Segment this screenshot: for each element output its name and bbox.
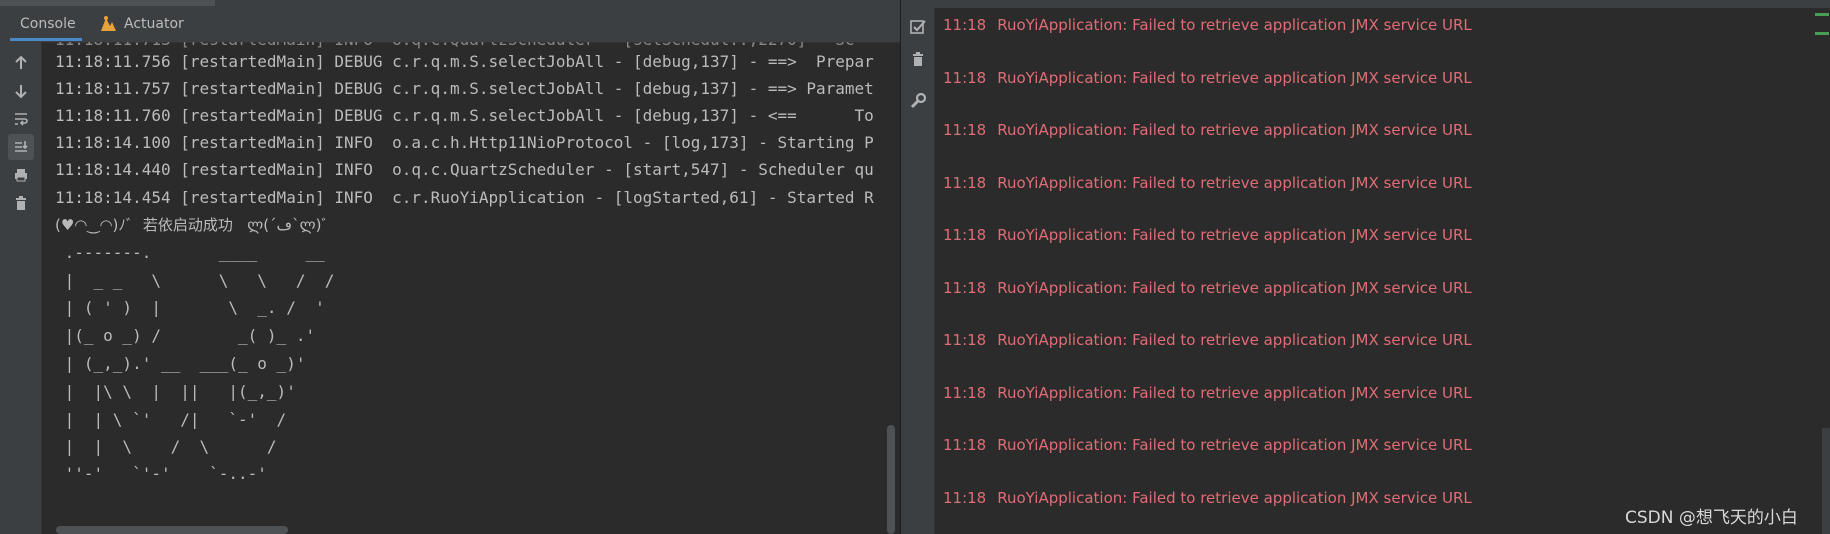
event-log-entry: 11:18 RuoYiApplication: Failed to retriev… <box>943 15 1472 35</box>
console-line: 11:18:11.756 [restartedMain] DEBUG c.r.q… <box>55 52 874 71</box>
entry-message: RuoYiApplication: Failed to retrieve app… <box>997 69 1472 87</box>
entry-message: RuoYiApplication: Failed to retrieve app… <box>997 489 1472 507</box>
entry-message: RuoYiApplication: Failed to retrieve app… <box>997 331 1472 349</box>
watermark: CSDN @想飞天的小白 <box>1625 508 1798 528</box>
vertical-scrollbar[interactable] <box>887 425 895 534</box>
entry-time: 11:18 <box>943 226 987 244</box>
change-marker <box>1815 13 1829 16</box>
event-log-header-strip <box>901 0 1830 8</box>
console-line: 11:18:11.760 [restartedMain] DEBUG c.r.q… <box>55 106 874 125</box>
active-tab-indicator <box>10 38 82 41</box>
arrow-down-icon[interactable] <box>8 78 34 104</box>
ascii-art-line: | | \ / \ / <box>55 437 277 456</box>
entry-message: RuoYiApplication: Failed to retrieve app… <box>997 226 1472 244</box>
window-title-strip <box>0 0 215 6</box>
tool-window-tabbar: Console Actuator <box>0 0 900 43</box>
run-console-pane: Console Actuator 11:18:11.756 [restarted… <box>0 0 900 534</box>
event-log-entry: 11:18 RuoYiApplication: Failed to retriev… <box>943 278 1472 298</box>
arrow-up-icon[interactable] <box>8 50 34 76</box>
console-line-banner: (♥◠‿◠)ﾉﾞ 若依启动成功 ლ(´ڡ`ლ)ﾞ <box>55 216 329 234</box>
console-line: 11:18:14.454 [restartedMain] INFO c.r.Ru… <box>55 188 874 207</box>
console-output[interactable]: 11:18:11.713 [restartedMain] INFO o.q.c.… <box>42 42 900 534</box>
ascii-art-line: | |\ \ | || |(_,_)' <box>55 382 296 401</box>
event-log-entry: 11:18 RuoYiApplication: Failed to retriev… <box>943 225 1472 245</box>
console-line: 11:18:11.757 [restartedMain] DEBUG c.r.q… <box>55 79 874 98</box>
tab-console-label: Console <box>20 16 76 32</box>
ascii-art-line: |(_ o _) / _( )_ .' <box>55 326 316 345</box>
event-log-toolbar <box>901 8 935 534</box>
console-line: 11:18:14.100 [restartedMain] INFO o.a.c.… <box>55 133 874 152</box>
console-line: 11:18:14.440 [restartedMain] INFO o.q.c.… <box>55 160 874 179</box>
console-line-partial: 11:18:11.713 [restartedMain] INFO o.q.c.… <box>55 42 855 50</box>
ascii-art-line: ''-' `'-' `-..-' <box>55 464 267 483</box>
event-log-entry: 11:18 RuoYiApplication: Failed to retriev… <box>943 120 1472 140</box>
scroll-to-end-icon[interactable] <box>8 134 34 160</box>
entry-message: RuoYiApplication: Failed to retrieve app… <box>997 16 1472 34</box>
entry-time: 11:18 <box>943 436 987 454</box>
ascii-art-line: | _ _ \ \ \ / / <box>55 271 335 290</box>
entry-message: RuoYiApplication: Failed to retrieve app… <box>997 436 1472 454</box>
entry-time: 11:18 <box>943 174 987 192</box>
entry-time: 11:18 <box>943 384 987 402</box>
trash-icon[interactable] <box>8 190 34 216</box>
event-log-entry: 11:18 RuoYiApplication: Failed to retriev… <box>943 435 1472 455</box>
trash-icon[interactable] <box>907 48 929 70</box>
entry-time: 11:18 <box>943 69 987 87</box>
entry-time: 11:18 <box>943 331 987 349</box>
entry-time: 11:18 <box>943 121 987 139</box>
mark-read-icon[interactable] <box>907 16 929 38</box>
event-log-scrollbar[interactable] <box>1822 428 1830 534</box>
soft-wrap-icon[interactable] <box>8 106 34 132</box>
ascii-art-line: | (_,_).' __ ___(_ o _)' <box>55 354 306 373</box>
ascii-art-line: | | \ `' /| `-' / <box>55 410 287 429</box>
ascii-art-line: .-------. ____ __ <box>55 243 325 262</box>
change-marker <box>1815 32 1829 35</box>
tab-actuator[interactable]: Actuator <box>98 10 184 38</box>
tab-console[interactable]: Console <box>20 10 76 38</box>
entry-message: RuoYiApplication: Failed to retrieve app… <box>997 384 1472 402</box>
print-icon[interactable] <box>8 162 34 188</box>
horizontal-scrollbar[interactable] <box>56 526 288 534</box>
wrench-icon[interactable] <box>907 90 929 112</box>
entry-time: 11:18 <box>943 16 987 34</box>
event-log-entry: 11:18 RuoYiApplication: Failed to retriev… <box>943 488 1472 508</box>
event-log-entry: 11:18 RuoYiApplication: Failed to retriev… <box>943 330 1472 350</box>
entry-message: RuoYiApplication: Failed to retrieve app… <box>997 121 1472 139</box>
entry-message: RuoYiApplication: Failed to retrieve app… <box>997 174 1472 192</box>
event-log-entry: 11:18 RuoYiApplication: Failed to retriev… <box>943 383 1472 403</box>
tab-actuator-label: Actuator <box>124 16 184 32</box>
event-log-entry: 11:18 RuoYiApplication: Failed to retriev… <box>943 68 1472 88</box>
actuator-icon <box>101 16 116 31</box>
ascii-art-line: | ( ' ) | \ _. / ' <box>55 298 325 317</box>
event-log-entry: 11:18 RuoYiApplication: Failed to retriev… <box>943 173 1472 193</box>
entry-time: 11:18 <box>943 279 987 297</box>
console-toolbar <box>0 42 42 534</box>
entry-message: RuoYiApplication: Failed to retrieve app… <box>997 279 1472 297</box>
event-log-pane: 11:18 RuoYiApplication: Failed to retriev… <box>901 0 1830 534</box>
entry-time: 11:18 <box>943 489 987 507</box>
